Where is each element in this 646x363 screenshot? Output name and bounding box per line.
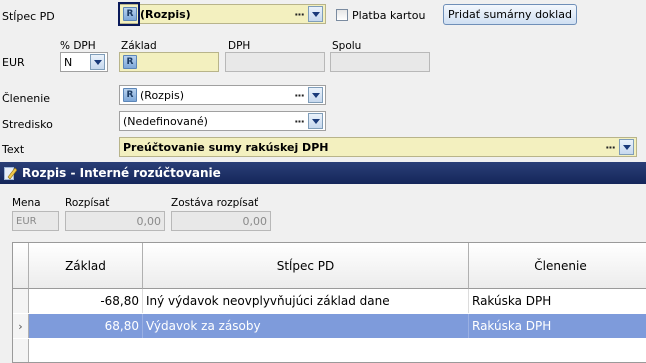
text-value: Preúčtovanie sumy rakúskej DPH — [123, 140, 329, 154]
column-header-clenenie[interactable]: Členenie — [469, 243, 646, 289]
text-input[interactable]: Preúčtovanie sumy rakúskej DPH ··· — [119, 137, 637, 157]
chevron-down-icon — [622, 144, 631, 150]
dropdown-button[interactable] — [90, 54, 105, 70]
stredisko-value: (Nedefinované) — [123, 114, 208, 128]
stlpec-pd-value: (Rozpis) — [140, 7, 191, 21]
chevron-down-icon — [311, 118, 320, 124]
cell-stlpec-pd[interactable]: Iný výdavok neovplyvňujúci základ dane — [143, 289, 469, 313]
rozpisat-field: 0,00 — [65, 211, 165, 231]
platba-kartou-checkbox[interactable] — [336, 9, 348, 21]
row-indicator-header — [13, 243, 29, 289]
pridat-sumarny-doklad-button[interactable]: Pridať sumárny doklad — [443, 4, 577, 25]
mena-label: Mena — [12, 197, 41, 209]
currency-label: EUR — [2, 56, 25, 69]
rozpisat-value: 0,00 — [136, 214, 162, 228]
table-row[interactable]: -68,80 Iný výdavok neovplyvňujúci základ… — [13, 289, 646, 313]
stlpec-pd-label: Stĺpec PD — [2, 10, 55, 23]
zostava-rozpisat-label: Zostáva rozpísať — [171, 197, 259, 209]
dialog-title: Rozpis - Interné rozúčtovanie — [22, 166, 221, 180]
cell-zaklad[interactable]: 68,80 — [29, 314, 143, 338]
clenenie-label: Členenie — [2, 92, 51, 105]
ellipsis-button[interactable]: ··· — [290, 115, 308, 128]
cell-zaklad[interactable]: -68,80 — [29, 289, 143, 313]
ellipsis-button[interactable]: ··· — [601, 141, 619, 154]
r-badge-icon: R — [123, 88, 137, 102]
dph-label: DPH — [228, 40, 251, 52]
dropdown-button[interactable] — [308, 6, 323, 22]
chevron-down-icon — [311, 92, 320, 98]
table-row-selected[interactable]: › 68,80 Výdavok za zásoby Rakúska DPH — [13, 314, 646, 338]
chevron-down-icon — [311, 11, 320, 17]
dialog-title-bar: Rozpis - Interné rozúčtovanie — [0, 162, 646, 184]
dropdown-button[interactable] — [308, 113, 323, 129]
row-indicator — [13, 289, 29, 313]
zostava-rozpisat-field: 0,00 — [171, 211, 271, 231]
chevron-down-icon — [93, 59, 102, 65]
stredisko-label: Stredisko — [2, 118, 53, 131]
stlpec-pd-select[interactable]: R (Rozpis) ··· — [118, 2, 326, 26]
cell-stlpec-pd[interactable]: Výdavok za zásoby — [143, 314, 469, 338]
mena-value: EUR — [16, 215, 37, 227]
text-label: Text — [2, 143, 25, 156]
spolu-label: Spolu — [332, 40, 362, 52]
dph-input[interactable] — [225, 52, 325, 72]
edit-document-icon — [4, 167, 17, 180]
dropdown-button[interactable] — [308, 87, 323, 103]
zaklad-input[interactable]: R — [119, 52, 219, 72]
dph-pct-value: N — [64, 55, 73, 69]
row-indicator: › — [13, 314, 29, 338]
column-header-zaklad[interactable]: Základ — [29, 243, 143, 289]
rozpis-grid: Základ Stĺpec PD Členenie -68,80 Iný výd… — [12, 242, 646, 363]
stredisko-select[interactable]: (Nedefinované) ··· — [119, 111, 326, 131]
cell-clenenie[interactable]: Rakúska DPH — [469, 314, 646, 338]
mena-field: EUR — [12, 211, 59, 231]
row-indicator-filler — [13, 339, 29, 362]
spolu-input[interactable] — [330, 52, 430, 72]
column-header-stlpec-pd[interactable]: Stĺpec PD — [143, 243, 469, 289]
dropdown-button[interactable] — [619, 139, 634, 155]
zaklad-label: Základ — [121, 40, 157, 52]
platba-kartou-label: Platba kartou — [352, 9, 426, 22]
r-badge-icon: R — [123, 55, 137, 69]
cell-clenenie[interactable]: Rakúska DPH — [469, 289, 646, 313]
ellipsis-button[interactable]: ··· — [290, 8, 308, 21]
dph-pct-select[interactable]: N — [60, 52, 108, 72]
ellipsis-button[interactable]: ··· — [290, 89, 308, 102]
clenenie-select[interactable]: R (Rozpis) ··· — [119, 85, 326, 105]
clenenie-value: (Rozpis) — [140, 88, 185, 102]
dph-pct-label: % DPH — [60, 40, 96, 52]
zostava-rozpisat-value: 0,00 — [242, 214, 268, 228]
rozpisat-label: Rozpísať — [65, 197, 110, 209]
focus-frame — [118, 2, 140, 26]
